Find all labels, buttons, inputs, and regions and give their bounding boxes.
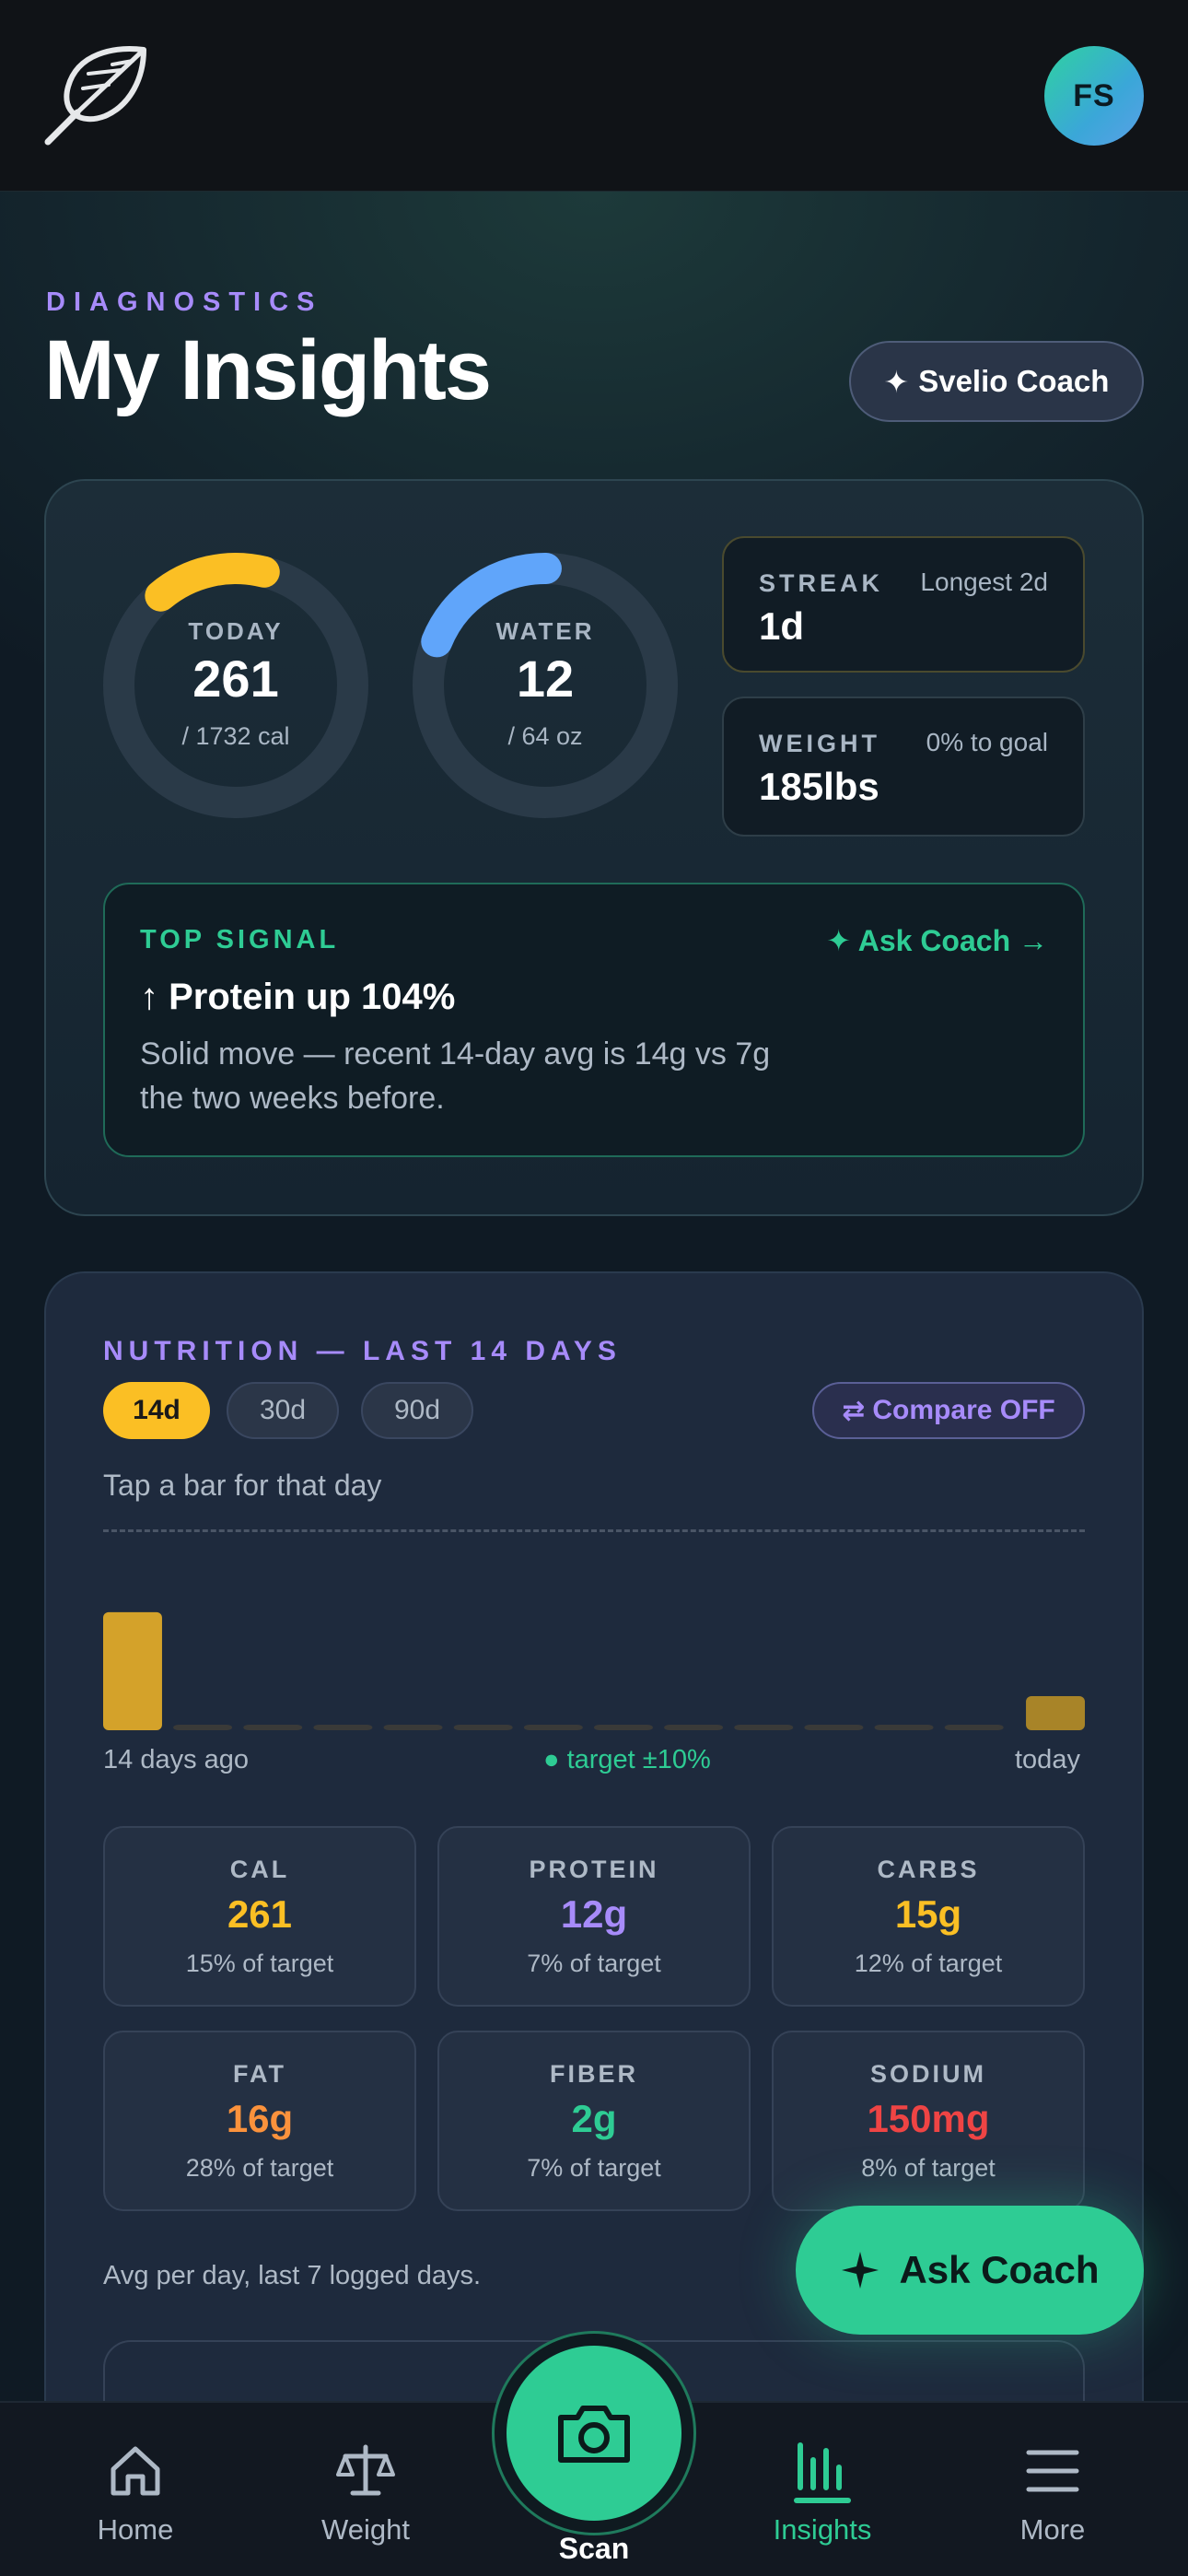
macro-value: 16g <box>226 2097 294 2140</box>
nav-insights[interactable]: Insights <box>744 2441 901 2547</box>
page-title: My Insights <box>44 323 492 417</box>
sparkle-icon: ✦ <box>883 364 910 399</box>
bar-chart-icon <box>794 2442 851 2503</box>
compare-label: Compare OFF <box>872 1395 1055 1425</box>
compare-toggle[interactable]: ⇄ Compare OFF <box>812 1382 1085 1439</box>
macro-percent: 28% of target <box>185 2154 334 2182</box>
signal-headline: ↑ Protein up 104% <box>140 977 456 1017</box>
macro-card-cal[interactable]: CAL 261 15% of target <box>103 1826 416 2007</box>
swap-arrows-icon: ⇄ <box>842 1395 866 1426</box>
macro-value: 2g <box>571 2097 617 2140</box>
weight-box[interactable]: WEIGHT 0% to goal 185lbs <box>722 697 1085 837</box>
target-legend: ● target ±10% <box>543 1745 711 1774</box>
today-calories-ring[interactable]: TODAY 261 / 1732 cal <box>101 551 370 820</box>
avatar[interactable]: FS <box>1044 46 1144 146</box>
macro-percent: 8% of target <box>861 2154 996 2182</box>
day-bar[interactable] <box>594 1725 653 1730</box>
axis-start-label: 14 days ago <box>103 1745 250 1774</box>
macro-label: CARBS <box>877 1856 980 1883</box>
ask-coach-fab-label: Ask Coach <box>899 2248 1100 2291</box>
nav-more-label: More <box>1019 2513 1086 2546</box>
day-bar[interactable] <box>874 1725 934 1730</box>
macro-value: 261 <box>227 1892 293 1936</box>
camera-icon <box>558 2406 630 2463</box>
macro-label: FAT <box>233 2060 286 2088</box>
macro-label: SODIUM <box>870 2060 986 2088</box>
ask-coach-link[interactable]: ✦ Ask Coach → <box>826 923 1048 958</box>
weight-value: 185lbs <box>759 765 879 808</box>
scale-icon <box>336 2444 395 2496</box>
home-icon <box>111 2446 160 2496</box>
macro-percent: 7% of target <box>527 2154 661 2182</box>
macro-percent: 7% of target <box>527 1950 661 1977</box>
day-bar[interactable] <box>944 1725 1004 1730</box>
nav-insights-label: Insights <box>773 2513 872 2546</box>
macro-percent: 15% of target <box>185 1950 334 1977</box>
macro-value: 12g <box>560 1892 628 1936</box>
macro-card-fat[interactable]: FAT 16g 28% of target <box>103 2031 416 2211</box>
sparkle-icon <box>842 2252 879 2289</box>
range-chip-90d[interactable]: 90d <box>361 1382 473 1439</box>
today-target: / 1732 cal <box>181 722 290 750</box>
macro-card-carbs[interactable]: CARBS 15g 12% of target <box>772 1826 1085 2007</box>
nav-weight[interactable]: Weight <box>287 2441 444 2547</box>
nutrition-section-label: NUTRITION — LAST 14 DAYS <box>103 1336 622 1366</box>
streak-longest: Longest 2d <box>920 568 1048 596</box>
day-bar[interactable] <box>664 1725 724 1730</box>
top-signal-card[interactable]: TOP SIGNAL ✦ Ask Coach → ↑ Protein up 10… <box>103 883 1085 1157</box>
section-eyebrow: DIAGNOSTICS <box>46 287 323 317</box>
streak-box[interactable]: STREAK Longest 2d 1d <box>722 536 1085 673</box>
axis-end-label: today <box>1015 1745 1080 1774</box>
day-bar[interactable] <box>173 1725 233 1730</box>
svelio-coach-button[interactable]: ✦ Svelio Coach <box>849 341 1144 422</box>
water-ring[interactable]: WATER 12 / 64 oz <box>411 551 680 820</box>
macro-value: 150mg <box>867 2097 990 2140</box>
range-chip-14d[interactable]: 14d <box>103 1382 210 1439</box>
menu-icon <box>1026 2450 1079 2492</box>
target-band-line <box>103 1529 1085 1532</box>
scan-button[interactable] <box>507 2346 681 2521</box>
signal-body: Solid move — recent 14-day avg is 14g vs… <box>140 1036 771 1116</box>
macro-value: 15g <box>894 1892 962 1936</box>
chart-hint: Tap a bar for that day <box>103 1469 382 1502</box>
macro-label: PROTEIN <box>529 1856 659 1883</box>
nav-home-label: Home <box>97 2513 174 2546</box>
macro-card-sodium[interactable]: SODIUM 150mg 8% of target <box>772 2031 1085 2211</box>
water-label: WATER <box>495 617 595 645</box>
water-value: 12 <box>516 650 575 708</box>
nav-home[interactable]: Home <box>57 2441 214 2547</box>
day-bar[interactable] <box>1026 1696 1085 1730</box>
macro-label: FIBER <box>550 2060 638 2088</box>
nav-weight-label: Weight <box>321 2513 410 2546</box>
nav-more[interactable]: More <box>974 2441 1131 2547</box>
day-bar[interactable] <box>804 1725 864 1730</box>
weight-label: WEIGHT <box>759 730 880 757</box>
day-bar[interactable] <box>383 1725 443 1730</box>
macro-label: CAL <box>229 1856 290 1883</box>
macro-card-protein[interactable]: PROTEIN 12g 7% of target <box>437 1826 751 2007</box>
streak-label: STREAK <box>759 569 884 597</box>
day-bar[interactable] <box>243 1725 303 1730</box>
macro-percent: 12% of target <box>854 1950 1003 1977</box>
day-bar[interactable] <box>734 1725 794 1730</box>
day-bar[interactable] <box>453 1725 513 1730</box>
app-header: FS <box>0 0 1188 192</box>
leaf-logo-icon[interactable] <box>41 41 157 149</box>
macro-card-fiber[interactable]: FIBER 2g 7% of target <box>437 2031 751 2211</box>
svelio-coach-label: Svelio Coach <box>918 364 1110 398</box>
scan-label: Scan <box>558 2532 630 2565</box>
today-value: 261 <box>192 650 279 708</box>
range-chip-30d[interactable]: 30d <box>227 1382 339 1439</box>
average-note: Avg per day, last 7 logged days. <box>103 2261 482 2290</box>
ask-coach-fab[interactable]: Ask Coach <box>796 2206 1144 2335</box>
day-bar[interactable] <box>313 1725 373 1730</box>
day-bar[interactable] <box>103 1611 162 1730</box>
day-bar[interactable] <box>523 1725 583 1730</box>
top-signal-tag: TOP SIGNAL <box>140 925 340 954</box>
today-label: TODAY <box>188 617 284 645</box>
weight-goal-progress: 0% to goal <box>926 728 1048 756</box>
streak-value: 1d <box>759 604 805 648</box>
daily-bar-chart <box>103 1611 1085 1730</box>
water-target: / 64 oz <box>507 722 583 750</box>
